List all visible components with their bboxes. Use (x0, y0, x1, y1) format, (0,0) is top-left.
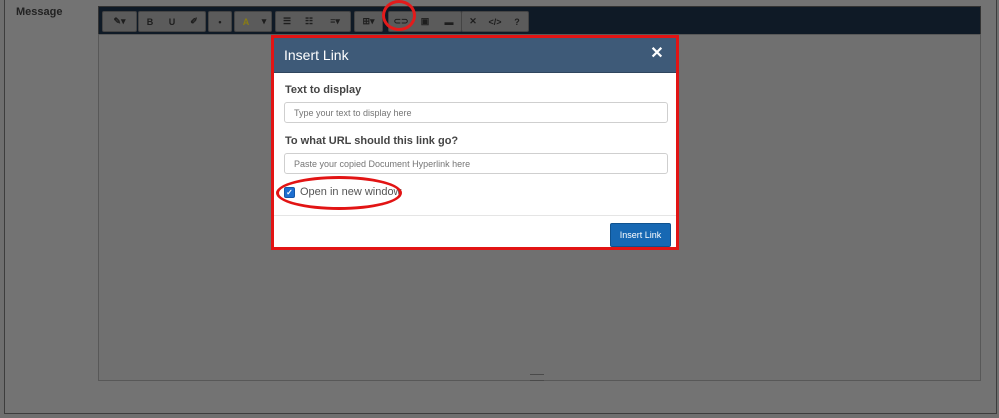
url-input[interactable] (284, 153, 668, 174)
help-icon[interactable]: ? (506, 12, 528, 31)
code-view-icon[interactable]: </> (484, 12, 506, 31)
font-style-button-group: B U ✐ (138, 11, 206, 32)
link-button-annotation-circle (382, 0, 416, 31)
editor-resize-handle[interactable] (530, 374, 544, 381)
bold-icon[interactable]: B (139, 12, 161, 31)
magic-wand-icon[interactable]: ✎▾ (103, 12, 136, 31)
table-icon[interactable]: ⊞▾ (355, 12, 382, 31)
dialog-title: Insert Link (284, 47, 349, 63)
dialog-footer-divider (274, 215, 676, 216)
insert-link-button[interactable]: Insert Link (610, 223, 671, 247)
message-label: Message (16, 6, 63, 18)
unordered-list-icon[interactable]: ☰ (276, 12, 298, 31)
font-size-button-group: • (208, 11, 232, 32)
font-size-icon[interactable]: • (209, 12, 231, 31)
table-button-group: ⊞▾ (354, 11, 383, 32)
insert-link-dialog: Insert Link ✕ Text to display To what UR… (271, 35, 679, 250)
picture-icon[interactable]: ▣ (413, 12, 437, 31)
view-button-group: ✕ </> ? (461, 11, 529, 32)
text-color-icon[interactable]: A (235, 12, 257, 31)
url-label: To what URL should this link go? (285, 135, 459, 147)
close-icon[interactable]: ✕ (648, 44, 666, 64)
text-color-dropdown-icon[interactable]: ▾ (257, 12, 271, 31)
checkbox-annotation-circle (276, 176, 402, 210)
color-button-group: A ▾ (234, 11, 272, 32)
editor-toolbar: ✎▾ B U ✐ • A ▾ ☰ ☷ ≡▾ ⊞▾ ⊂⊃ ▣ ▬ ✕ </> ? (98, 6, 981, 35)
eraser-icon[interactable]: ✐ (183, 12, 205, 31)
text-to-display-label: Text to display (285, 84, 362, 96)
dialog-header: Insert Link ✕ (274, 38, 676, 73)
underline-icon[interactable]: U (161, 12, 183, 31)
style-button-group: ✎▾ (102, 11, 137, 32)
fullscreen-icon[interactable]: ✕ (462, 12, 484, 31)
text-to-display-input[interactable] (284, 102, 668, 123)
horizontal-rule-icon[interactable]: ▬ (437, 12, 461, 31)
ordered-list-icon[interactable]: ☷ (298, 12, 320, 31)
paragraph-button-group: ☰ ☷ ≡▾ (275, 11, 351, 32)
paragraph-align-icon[interactable]: ≡▾ (320, 12, 350, 31)
